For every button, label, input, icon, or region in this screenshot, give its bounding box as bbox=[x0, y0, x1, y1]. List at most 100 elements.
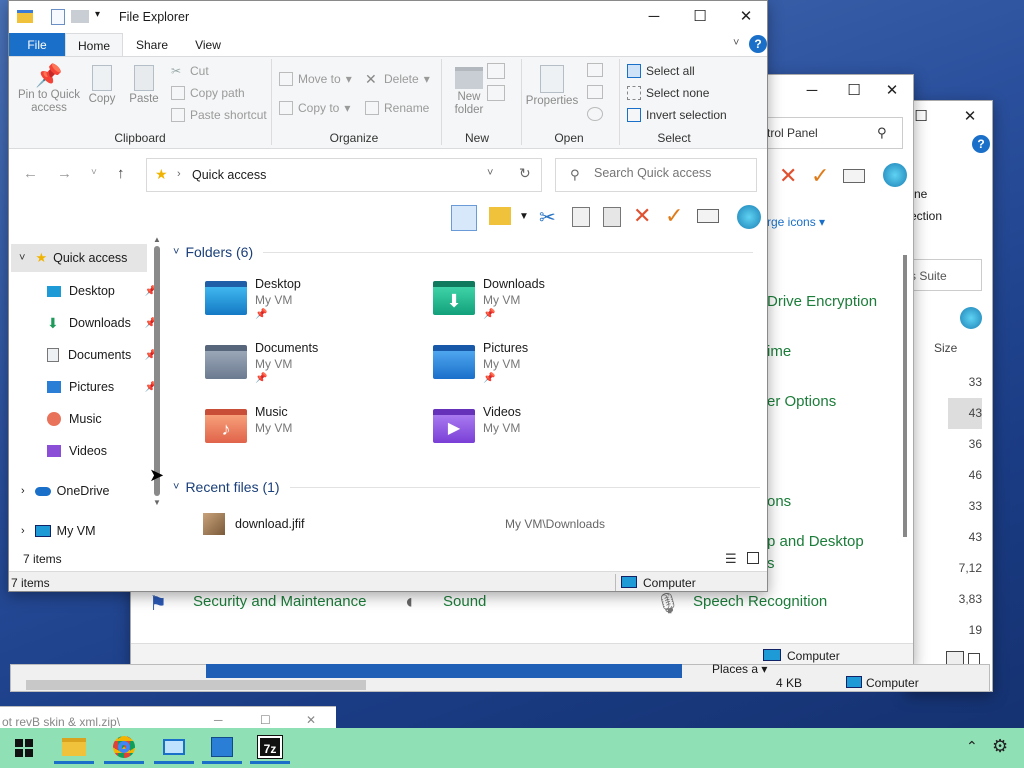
recent-file-row[interactable]: download.jfif My VM\Downloads bbox=[201, 511, 761, 537]
properties-button[interactable]: Properties bbox=[523, 63, 581, 107]
size-header[interactable]: Size bbox=[934, 341, 957, 355]
folder-tile-downloads[interactable]: ⬇ Downloads My VM 📌 bbox=[431, 277, 651, 333]
search-input[interactable] bbox=[594, 166, 744, 180]
chevron-down-icon[interactable]: ˅ bbox=[733, 37, 739, 49]
shell-icon[interactable] bbox=[883, 163, 907, 187]
cp-link[interactable]: ons bbox=[767, 493, 791, 510]
start-button[interactable] bbox=[4, 732, 44, 764]
chevron-down-icon[interactable]: ˅ bbox=[487, 167, 493, 179]
delete-button[interactable]: ✕ Delete ▾ bbox=[365, 72, 430, 86]
history-icon[interactable] bbox=[587, 107, 603, 121]
delete-icon[interactable]: ✕ bbox=[633, 203, 651, 229]
check-icon[interactable]: ✓ bbox=[811, 163, 829, 189]
edit-icon[interactable] bbox=[587, 85, 603, 99]
scroll-thumb[interactable] bbox=[154, 246, 160, 496]
copy-to-button[interactable]: Copy to ▾ bbox=[279, 101, 350, 115]
open-icon[interactable] bbox=[587, 63, 603, 77]
chevron-down-icon[interactable]: ▾ bbox=[95, 9, 100, 20]
horizontal-scrollbar[interactable] bbox=[26, 680, 366, 690]
cut-icon[interactable]: ✂ bbox=[539, 205, 556, 230]
preview-pane-icon[interactable] bbox=[451, 205, 477, 231]
recent-locations-button[interactable]: ˅ bbox=[91, 167, 97, 178]
cp-link[interactable]: er Options bbox=[767, 393, 836, 410]
envelope-icon[interactable] bbox=[843, 169, 865, 183]
nav-item-videos[interactable]: Videos bbox=[19, 437, 157, 465]
gear-icon[interactable]: ⚙ bbox=[992, 736, 1008, 757]
search-box[interactable]: ⚲ bbox=[555, 158, 757, 192]
pin-quick-access-button[interactable]: 📌 Pin to Quick access bbox=[13, 63, 85, 125]
chevron-down-icon[interactable]: ˅ bbox=[19, 252, 25, 264]
move-to-button[interactable]: Move to ▾ bbox=[279, 72, 352, 86]
refresh-icon[interactable]: ↻ bbox=[519, 165, 531, 182]
taskbar-app-window[interactable] bbox=[154, 732, 194, 764]
new-folder-quick-icon[interactable] bbox=[71, 10, 89, 23]
taskbar-chrome[interactable] bbox=[104, 732, 144, 764]
nav-item-documents[interactable]: Documents 📌 bbox=[19, 341, 157, 369]
cut-button[interactable]: ✂ Cut bbox=[171, 64, 209, 78]
select-all-button[interactable]: Select all bbox=[627, 64, 695, 78]
details-view-icon[interactable]: ☰ bbox=[725, 551, 737, 567]
folder-tile-music[interactable]: ♪ Music My VM bbox=[203, 405, 423, 461]
close-button[interactable]: ✕ bbox=[950, 101, 990, 131]
close-button[interactable]: ✕ bbox=[869, 75, 913, 105]
maximize-button[interactable]: ☐ bbox=[260, 713, 271, 727]
invert-selection-button[interactable]: Invert selection bbox=[627, 108, 727, 122]
copy-icon[interactable] bbox=[572, 207, 590, 227]
shell-icon[interactable] bbox=[737, 205, 761, 229]
cp-link[interactable]: ime bbox=[767, 343, 791, 360]
scrollbar[interactable] bbox=[903, 255, 907, 537]
easy-access-icon[interactable] bbox=[487, 85, 505, 101]
title-bar[interactable]: ▾ File Explorer ─ ☐ ✕ bbox=[9, 1, 767, 33]
cp-link-sound[interactable]: Sound bbox=[443, 593, 486, 610]
tab-home[interactable]: Home bbox=[65, 33, 123, 57]
forward-button[interactable]: → bbox=[57, 165, 72, 182]
scroll-down-icon[interactable]: ▼ bbox=[153, 498, 161, 507]
taskbar-7zip[interactable]: 7z bbox=[250, 732, 290, 764]
tab-share[interactable]: Share bbox=[125, 33, 179, 57]
show-hidden-icons[interactable]: ⌃ bbox=[966, 738, 978, 755]
folder-tile-documents[interactable]: Documents My VM 📌 bbox=[203, 341, 423, 397]
minimize-button[interactable]: ─ bbox=[631, 1, 677, 31]
large-icons-view-icon[interactable] bbox=[747, 552, 759, 564]
taskbar-file-explorer[interactable] bbox=[54, 732, 94, 764]
paste-icon[interactable] bbox=[603, 207, 621, 227]
cp-link[interactable]: p and Desktop bbox=[767, 533, 864, 550]
paste-button[interactable]: Paste bbox=[129, 63, 159, 105]
rename-button[interactable]: Rename bbox=[365, 101, 429, 115]
nav-item-music[interactable]: Music bbox=[19, 405, 157, 433]
paste-shortcut-button[interactable]: Paste shortcut bbox=[171, 108, 267, 122]
new-folder-button[interactable]: New folder bbox=[445, 63, 493, 117]
properties-quick-icon[interactable] bbox=[51, 9, 65, 25]
check-icon[interactable]: ✓ bbox=[665, 203, 683, 229]
help-icon[interactable]: ? bbox=[749, 35, 767, 53]
help-icon[interactable]: ? bbox=[972, 135, 990, 153]
view-by-link[interactable]: rge icons ▾ bbox=[767, 215, 825, 229]
folder-options-icon[interactable] bbox=[489, 207, 511, 225]
folder-tile-desktop[interactable]: Desktop My VM 📌 bbox=[203, 277, 423, 333]
maximize-button[interactable]: ☐ bbox=[677, 1, 723, 31]
tab-file[interactable]: File bbox=[9, 33, 65, 57]
folders-group-header[interactable]: ˅ Folders (6) bbox=[173, 244, 754, 260]
recent-group-header[interactable]: ˅ Recent files (1) bbox=[173, 479, 760, 495]
nav-item-onedrive[interactable]: › OneDrive bbox=[19, 477, 157, 505]
tab-view[interactable]: View bbox=[181, 33, 235, 57]
scroll-up-icon[interactable]: ▲ bbox=[153, 235, 161, 244]
cp-link-security[interactable]: Security and Maintenance bbox=[193, 593, 366, 610]
up-button[interactable]: ↑ bbox=[117, 165, 125, 182]
shell-icon[interactable] bbox=[960, 307, 982, 329]
chevron-down-icon[interactable]: ▼ bbox=[519, 211, 529, 222]
minimize-button[interactable]: ─ bbox=[214, 713, 223, 727]
folder-tile-videos[interactable]: ▶ Videos My VM bbox=[431, 405, 651, 461]
chevron-right-icon[interactable]: › bbox=[21, 485, 25, 497]
taskbar-control-panel[interactable] bbox=[202, 732, 242, 764]
folder-tile-pictures[interactable]: Pictures My VM 📌 bbox=[431, 341, 651, 397]
close-button[interactable]: ✕ bbox=[306, 713, 316, 727]
places-dropdown[interactable]: Places a ▾ bbox=[712, 662, 767, 676]
new-item-icon[interactable] bbox=[487, 63, 505, 79]
search-icon[interactable]: ⚲ bbox=[877, 125, 887, 141]
chevron-right-icon[interactable]: › bbox=[21, 525, 25, 537]
envelope-icon[interactable] bbox=[697, 209, 719, 223]
nav-item-pictures[interactable]: Pictures 📌 bbox=[19, 373, 157, 401]
nav-item-quick-access[interactable]: ˅ ★ Quick access bbox=[11, 244, 147, 272]
nav-item-myvm[interactable]: › My VM bbox=[19, 517, 157, 545]
